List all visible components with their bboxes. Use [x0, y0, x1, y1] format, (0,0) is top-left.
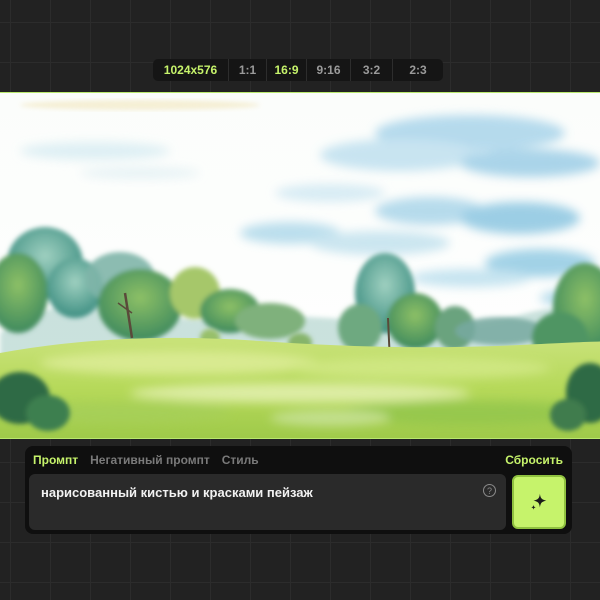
- ratio-option-3-2[interactable]: 3:2: [351, 59, 393, 81]
- reset-button[interactable]: Сбросить: [505, 453, 563, 467]
- ratio-option-1-1[interactable]: 1:1: [229, 59, 267, 81]
- watercolor-landscape-image: [0, 93, 600, 438]
- prompt-input[interactable]: нарисованный кистью и красками пейзаж ?: [29, 474, 506, 530]
- sparkle-icon: [531, 493, 547, 510]
- ratio-option-16-9[interactable]: 16:9: [267, 59, 307, 81]
- ratio-option-9-16[interactable]: 9:16: [307, 59, 351, 81]
- ratio-option-1024x576[interactable]: 1024x576: [153, 59, 229, 81]
- ratio-option-2-3[interactable]: 2:3: [393, 59, 443, 81]
- prompt-input-value: нарисованный кистью и красками пейзаж: [41, 485, 313, 500]
- prompt-panel: Промпт Негативный промпт Стиль Сбросить …: [25, 446, 572, 534]
- prompt-tabs: Промпт Негативный промпт Стиль: [33, 453, 259, 467]
- question-circle-icon[interactable]: ?: [483, 484, 496, 497]
- tab-prompt[interactable]: Промпт: [33, 453, 78, 467]
- tab-negative-prompt[interactable]: Негативный промпт: [90, 453, 210, 467]
- generated-image: [0, 92, 600, 439]
- aspect-ratio-bar: 1024x576 1:1 16:9 9:16 3:2 2:3: [153, 59, 443, 81]
- tab-style[interactable]: Стиль: [222, 453, 259, 467]
- generate-button[interactable]: [512, 475, 566, 529]
